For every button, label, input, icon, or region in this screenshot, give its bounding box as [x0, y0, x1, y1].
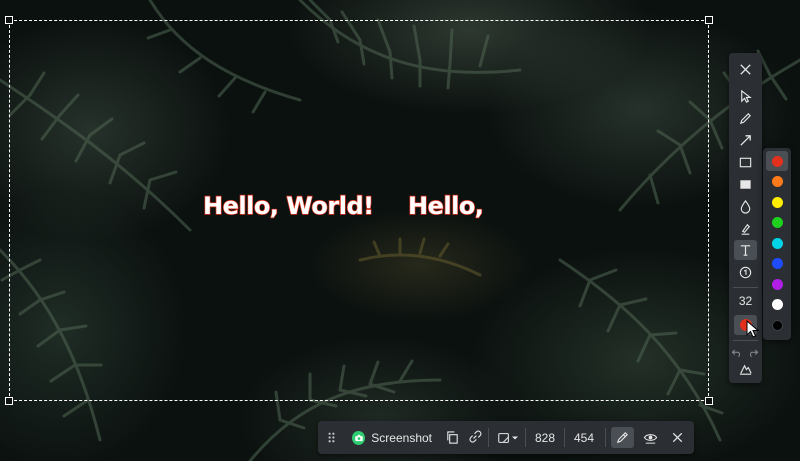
rectangle-outline-icon[interactable] — [734, 152, 757, 172]
resize-handle-top-right[interactable] — [705, 16, 713, 24]
ocr-icon[interactable] — [734, 359, 757, 379]
resize-handle-bottom-left[interactable] — [5, 397, 13, 405]
arrow-icon[interactable] — [734, 130, 757, 150]
color-swatch-cyan[interactable] — [766, 233, 788, 253]
chevron-down-icon — [512, 436, 518, 439]
rectangle-filled-icon[interactable] — [734, 174, 757, 194]
resize-handle-bottom-right[interactable] — [705, 397, 713, 405]
close-capture-icon[interactable] — [666, 421, 688, 454]
highlighter-icon[interactable] — [734, 218, 757, 238]
color-swatch-orange[interactable] — [766, 171, 788, 191]
color-swatch-white[interactable] — [766, 294, 788, 314]
text-annotation[interactable]: Hello, — [407, 191, 484, 220]
close-icon[interactable] — [734, 59, 757, 79]
drag-handle-icon[interactable] — [322, 421, 340, 454]
text-icon[interactable] — [734, 240, 757, 260]
pencil-icon[interactable] — [734, 108, 757, 128]
link-icon[interactable] — [464, 421, 484, 454]
camera-icon — [352, 430, 366, 445]
capture-shape-dropdown[interactable] — [494, 421, 522, 454]
screenshot-mode-button[interactable]: Screenshot — [352, 421, 432, 454]
bottom-toolbar: Screenshot 828 454 — [318, 421, 694, 454]
mouse-cursor-icon — [746, 320, 760, 338]
screenshot-label: Screenshot — [371, 430, 432, 445]
width-input[interactable]: 828 — [526, 427, 564, 448]
select-pointer-icon[interactable] — [734, 86, 757, 106]
color-palette — [763, 148, 791, 340]
pin-eye-icon[interactable] — [639, 421, 661, 454]
copy-icon[interactable] — [442, 421, 462, 454]
color-swatch-black[interactable] — [766, 315, 788, 335]
text-annotation[interactable]: Hello, World! — [202, 191, 374, 220]
color-swatch-blue[interactable] — [766, 253, 788, 273]
font-size-value[interactable]: 32 — [729, 294, 762, 308]
resize-handle-top-left[interactable] — [5, 16, 13, 24]
color-swatch-purple[interactable] — [766, 274, 788, 294]
color-swatch-green[interactable] — [766, 212, 788, 232]
number-stamp-icon[interactable] — [734, 262, 757, 282]
color-swatch-yellow[interactable] — [766, 192, 788, 212]
color-swatch-red[interactable] — [766, 151, 788, 171]
annotate-pen-icon[interactable] — [611, 427, 634, 448]
blur-drop-icon[interactable] — [734, 196, 757, 216]
height-input[interactable]: 454 — [565, 427, 603, 448]
